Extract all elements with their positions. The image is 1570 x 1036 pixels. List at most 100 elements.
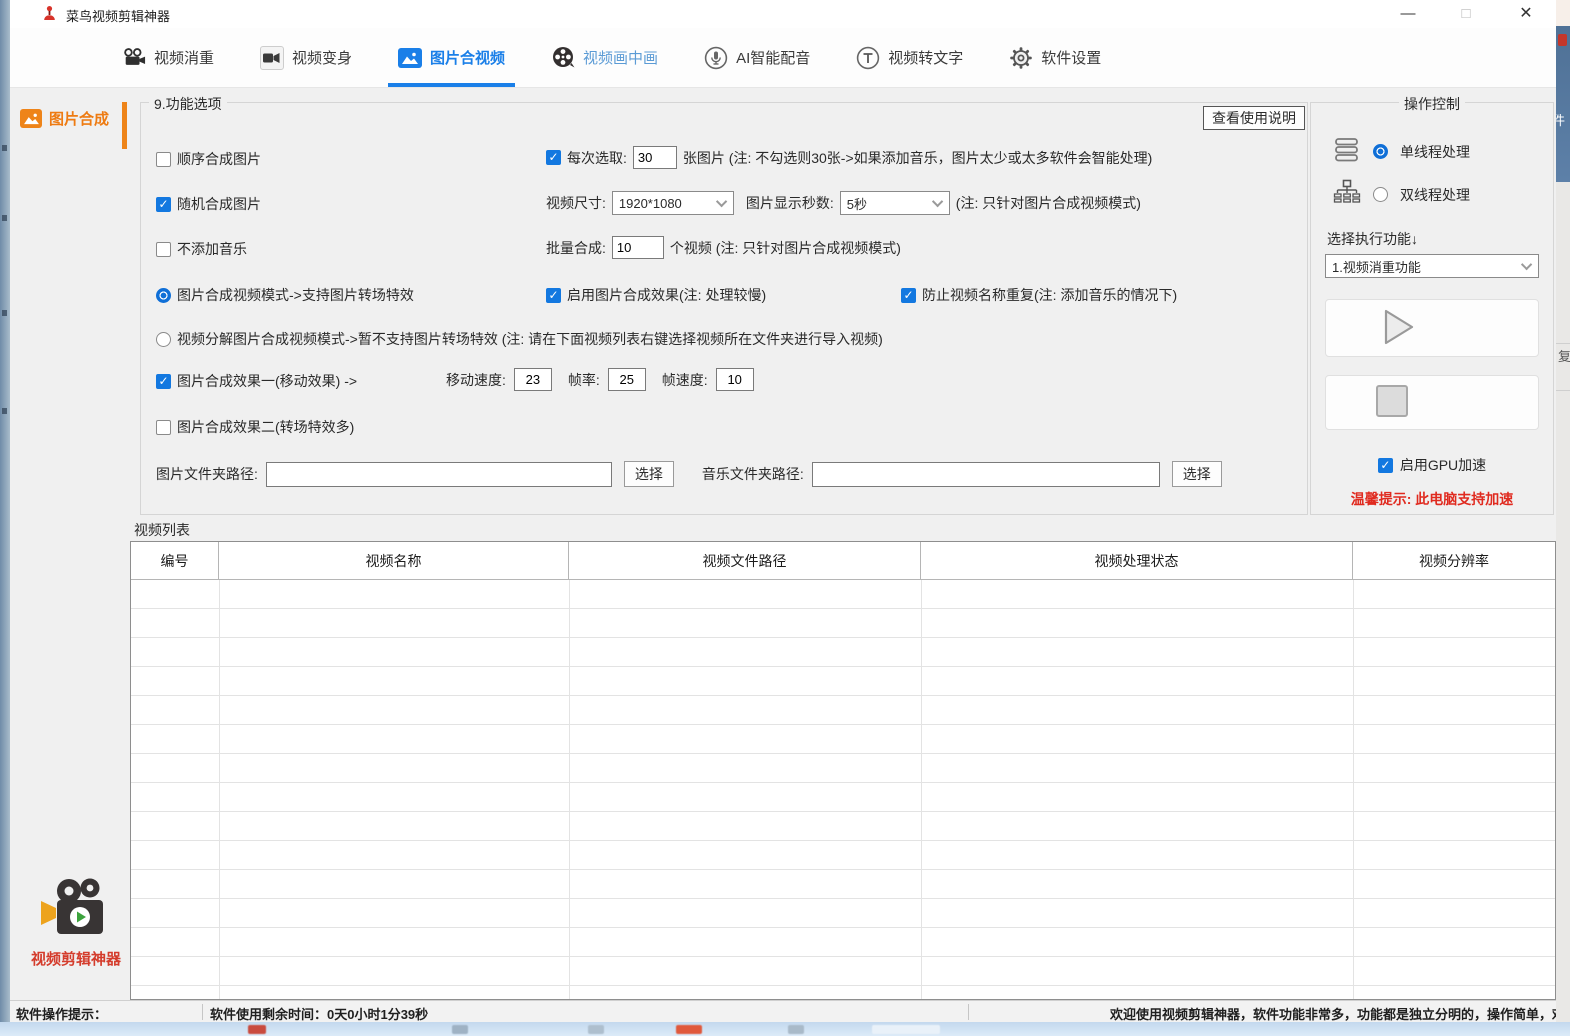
sidebar-item-image-compose[interactable]: 图片合成 — [20, 108, 109, 129]
status-separator — [202, 1004, 203, 1020]
batch-input[interactable] — [612, 236, 664, 259]
letter-t-icon — [856, 46, 880, 70]
frame-speed-label: 帧速度: — [662, 370, 708, 390]
column-header-number[interactable]: 编号 — [131, 542, 219, 579]
checkbox-effect-two[interactable] — [156, 420, 171, 435]
column-divider — [1353, 580, 1354, 999]
options-groupbox: 9.功能选项 查看使用说明 顺序合成图片 每次选取: 张图片 (注: 不勾选则3… — [140, 102, 1308, 515]
window-title: 菜鸟视频剪辑神器 — [66, 6, 170, 25]
video-list-table[interactable]: 编号 视频名称 视频文件路径 视频处理状态 视频分辨率 — [130, 541, 1556, 1000]
single-thread-icon — [1333, 137, 1361, 166]
checkbox-random-compose[interactable] — [156, 197, 171, 212]
each-pick-label: 每次选取: — [567, 148, 627, 168]
checkbox-prevent-duplicate[interactable] — [901, 288, 916, 303]
tab-settings[interactable]: 软件设置 — [1009, 28, 1101, 87]
move-speed-input[interactable] — [514, 368, 552, 391]
app-logo — [36, 876, 114, 945]
video-list-body[interactable] — [131, 580, 1555, 999]
column-header-status[interactable]: 视频处理状态 — [921, 542, 1353, 579]
checkbox-sequential-compose[interactable] — [156, 152, 171, 167]
image-folder-label: 图片文件夹路径: — [156, 464, 258, 484]
status-welcome-message: 欢迎使用视频剪辑神器，软件功能非常多，功能都是独立分明的，操作简单，欢迎您使 — [1110, 1004, 1556, 1022]
video-list-header: 编号 视频名称 视频文件路径 视频处理状态 视频分辨率 — [131, 542, 1555, 580]
tab-label: 视频消重 — [154, 47, 214, 68]
control-group-title: 操作控制 — [1399, 94, 1465, 114]
tab-label: 图片合视频 — [430, 47, 505, 68]
img-seconds-note: (注: 只针对图片合成视频模式) — [956, 193, 1141, 213]
checkbox-effect-one[interactable] — [156, 374, 171, 389]
checkbox-gpu[interactable] — [1378, 458, 1393, 473]
movie-camera-icon — [122, 46, 146, 70]
checkbox-no-music[interactable] — [156, 242, 171, 257]
tab-video-pip[interactable]: 视频画中画 — [551, 28, 658, 87]
music-folder-select-button[interactable]: 选择 — [1172, 461, 1222, 487]
column-divider — [921, 580, 922, 999]
music-folder-input[interactable] — [812, 462, 1160, 487]
no-music-label: 不添加音乐 — [177, 239, 247, 259]
app-window: 菜鸟视频剪辑神器 — □ ✕ 视频消重 视 — [10, 0, 1556, 1022]
tab-video-dedup[interactable]: 视频消重 — [122, 28, 214, 87]
frame-rate-label: 帧率: — [568, 370, 600, 390]
minimize-button[interactable]: — — [1385, 0, 1431, 28]
checkbox-each-pick[interactable] — [546, 150, 561, 165]
desktop-icon-fragment — [2, 408, 7, 414]
tab-ai-dubbing[interactable]: AI智能配音 — [704, 28, 810, 87]
taskbar-icon-fragment — [872, 1025, 940, 1034]
app-logo-icon — [42, 5, 57, 25]
tab-label: AI智能配音 — [736, 47, 810, 68]
img-seconds-select[interactable]: 5秒 — [840, 191, 950, 215]
statusbar: 软件操作提示： 软件使用剩余时间：0天0小时1分39秒 欢迎使用视频剪辑神器，软… — [10, 1000, 1556, 1022]
camcorder-icon — [260, 46, 284, 70]
image-folder-select-button[interactable]: 选择 — [624, 461, 674, 487]
checkbox-enable-effect[interactable] — [546, 288, 561, 303]
taskbar-icon-fragment — [788, 1025, 804, 1034]
column-header-resolution[interactable]: 视频分辨率 — [1353, 542, 1555, 579]
enable-effect-label: 启用图片合成效果(注: 处理较慢) — [567, 285, 766, 305]
desktop-icon-fragment — [2, 145, 7, 151]
taskbar-icon-fragment — [452, 1025, 468, 1034]
chevron-down-icon — [1521, 259, 1532, 270]
img-seconds-value: 5秒 — [847, 194, 867, 213]
radio-dual-thread[interactable] — [1373, 187, 1388, 202]
frame-speed-input[interactable] — [716, 368, 754, 391]
effect-one-label: 图片合成效果一(移动效果) -> — [177, 371, 357, 391]
sidebar-active-indicator — [122, 102, 127, 149]
each-pick-input[interactable] — [633, 146, 677, 169]
sidebar-item-label: 图片合成 — [49, 108, 109, 129]
single-thread-label: 单线程处理 — [1400, 142, 1470, 162]
view-instructions-button[interactable]: 查看使用说明 — [1203, 106, 1305, 130]
function-select[interactable]: 1.视频消重功能 — [1325, 254, 1539, 278]
dual-thread-label: 双线程处理 — [1400, 185, 1470, 205]
image-compose-icon — [20, 109, 42, 128]
column-header-name[interactable]: 视频名称 — [219, 542, 569, 579]
close-button[interactable]: ✕ — [1503, 0, 1549, 28]
tab-video-transform[interactable]: 视频变身 — [260, 28, 352, 87]
start-button[interactable] — [1325, 299, 1539, 357]
play-icon — [1374, 305, 1420, 352]
image-mode-label: 图片合成视频模式->支持图片转场特效 — [177, 285, 414, 305]
status-remaining-time: 软件使用剩余时间：0天0小时1分39秒 — [210, 1004, 428, 1022]
desktop-icon-fragment — [2, 310, 7, 316]
frame-rate-input[interactable] — [608, 368, 646, 391]
microphone-icon — [704, 46, 728, 70]
radio-image-mode[interactable] — [156, 288, 171, 303]
maximize-button[interactable]: □ — [1443, 0, 1489, 28]
radio-single-thread[interactable] — [1373, 144, 1388, 159]
move-speed-label: 移动速度: — [446, 370, 506, 390]
video-list-title: 视频列表 — [134, 520, 190, 540]
image-folder-input[interactable] — [266, 462, 612, 487]
chevron-down-icon — [932, 196, 943, 207]
radio-video-decompose-mode[interactable] — [156, 332, 171, 347]
video-size-select[interactable]: 1920*1080 — [612, 191, 734, 215]
column-header-path[interactable]: 视频文件路径 — [569, 542, 921, 579]
prevent-duplicate-label: 防止视频名称重复(注: 添加音乐的情况下) — [922, 285, 1177, 305]
background-window-blue-fragment: 件 — [1556, 26, 1570, 182]
tab-video-to-text[interactable]: 视频转文字 — [856, 28, 963, 87]
batch-label: 批量合成: — [546, 238, 606, 258]
stop-button[interactable] — [1325, 375, 1539, 430]
taskbar-icon-fragment — [676, 1025, 702, 1034]
tab-image-to-video[interactable]: 图片合视频 — [398, 28, 505, 87]
desktop-edge-left — [0, 0, 10, 1036]
status-prefix: 软件操作提示： — [16, 1004, 107, 1022]
gear-icon — [1009, 46, 1033, 70]
